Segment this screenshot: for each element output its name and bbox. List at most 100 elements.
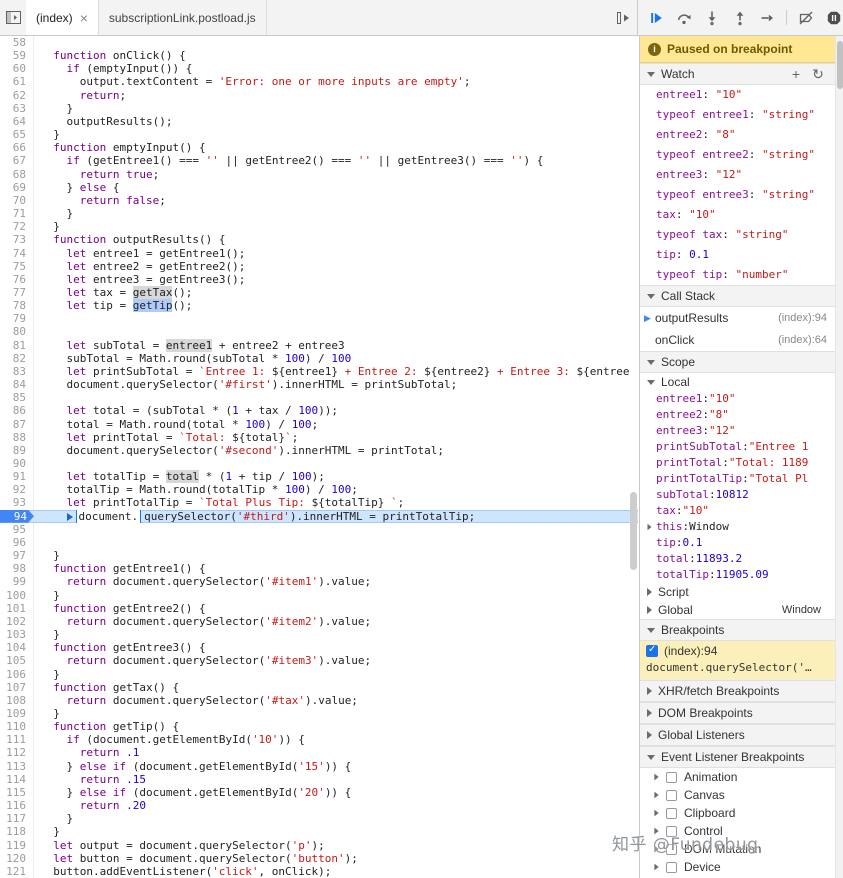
- line-number[interactable]: 79: [0, 312, 34, 325]
- line-number[interactable]: 70: [0, 194, 34, 207]
- line-number[interactable]: 66: [0, 141, 34, 154]
- line-number[interactable]: 101: [0, 602, 34, 615]
- line-number[interactable]: 119: [0, 839, 34, 852]
- watch-item[interactable]: tax: "10": [640, 205, 835, 225]
- step-into-icon[interactable]: [699, 5, 724, 30]
- line-number[interactable]: 83: [0, 365, 34, 378]
- dom-breakpoints-section-header[interactable]: DOM Breakpoints: [640, 702, 835, 724]
- scope-variable[interactable]: printTotal: "Total: 1189: [640, 455, 835, 471]
- line-number[interactable]: 97: [0, 549, 34, 562]
- line-number[interactable]: 76: [0, 273, 34, 286]
- refresh-watch-icon[interactable]: ↻: [808, 66, 828, 83]
- line-number[interactable]: 86: [0, 404, 34, 417]
- line-number[interactable]: 64: [0, 115, 34, 128]
- watch-item[interactable]: typeof entree3: "string": [640, 185, 835, 205]
- xhr-breakpoints-section-header[interactable]: XHR/fetch Breakpoints: [640, 680, 835, 702]
- line-number[interactable]: 69: [0, 181, 34, 194]
- event-category-checkbox[interactable]: [666, 808, 677, 819]
- add-watch-icon[interactable]: +: [786, 66, 806, 83]
- line-number[interactable]: 80: [0, 325, 34, 338]
- line-number[interactable]: 99: [0, 575, 34, 588]
- scope-local-header[interactable]: Local: [640, 373, 835, 391]
- watch-section-header[interactable]: Watch + ↻: [640, 63, 835, 85]
- editor-scrollbar[interactable]: [629, 36, 638, 878]
- line-number[interactable]: 85: [0, 391, 34, 404]
- scope-variable[interactable]: entree1: "10": [640, 391, 835, 407]
- line-number[interactable]: 84: [0, 378, 34, 391]
- line-number[interactable]: 73: [0, 233, 34, 246]
- scope-variable[interactable]: this: Window: [640, 519, 835, 535]
- event-category-row[interactable]: Device: [640, 858, 835, 876]
- scope-variable[interactable]: entree2: "8": [640, 407, 835, 423]
- event-listener-breakpoints-section-header[interactable]: Event Listener Breakpoints: [640, 746, 835, 768]
- line-number[interactable]: 61: [0, 75, 34, 88]
- event-category-checkbox[interactable]: [666, 862, 677, 873]
- line-number[interactable]: 111: [0, 733, 34, 746]
- line-number[interactable]: 121: [0, 865, 34, 878]
- line-number[interactable]: 82: [0, 352, 34, 365]
- scope-variable[interactable]: subTotal: 10812: [640, 487, 835, 503]
- line-number[interactable]: 100: [0, 589, 34, 602]
- line-number[interactable]: 95: [0, 523, 34, 536]
- pause-on-exceptions-icon[interactable]: [821, 5, 843, 30]
- line-number[interactable]: 68: [0, 168, 34, 181]
- window-scrollbar[interactable]: [835, 36, 843, 878]
- line-number[interactable]: 105: [0, 654, 34, 667]
- watch-item[interactable]: typeof tip: "number": [640, 265, 835, 285]
- line-number[interactable]: 108: [0, 694, 34, 707]
- line-number[interactable]: 89: [0, 444, 34, 457]
- line-number[interactable]: 104: [0, 641, 34, 654]
- scope-variable[interactable]: tax: "10": [640, 503, 835, 519]
- scope-variable[interactable]: tip: 0.1: [640, 535, 835, 551]
- tab-index[interactable]: (index) ×: [26, 0, 99, 35]
- scope-variable[interactable]: printSubTotal: "Entree 1: [640, 439, 835, 455]
- scope-variable[interactable]: total: 11893.2: [640, 551, 835, 567]
- line-number[interactable]: 65: [0, 128, 34, 141]
- line-number[interactable]: 60: [0, 62, 34, 75]
- event-category-row[interactable]: Canvas: [640, 786, 835, 804]
- line-number[interactable]: 116: [0, 799, 34, 812]
- line-number[interactable]: 112: [0, 746, 34, 759]
- tab-subscriptionlink[interactable]: subscriptionLink.postload.js: [99, 0, 267, 35]
- line-number[interactable]: 96: [0, 536, 34, 549]
- watch-item[interactable]: entree2: "8": [640, 125, 835, 145]
- line-number[interactable]: 103: [0, 628, 34, 641]
- line-number[interactable]: 91: [0, 470, 34, 483]
- line-number[interactable]: 90: [0, 457, 34, 470]
- line-number[interactable]: 107: [0, 681, 34, 694]
- code-editor[interactable]: 5859 function onClick() {60 if (emptyInp…: [0, 36, 638, 878]
- line-number[interactable]: 117: [0, 812, 34, 825]
- breakpoint-checkbox[interactable]: [646, 645, 658, 657]
- line-number[interactable]: 120: [0, 852, 34, 865]
- watch-item[interactable]: typeof entree2: "string": [640, 145, 835, 165]
- line-number[interactable]: 75: [0, 260, 34, 273]
- event-category-checkbox[interactable]: [666, 772, 677, 783]
- deactivate-breakpoints-icon[interactable]: [793, 5, 818, 30]
- line-number[interactable]: 110: [0, 720, 34, 733]
- scope-section-header[interactable]: Scope: [640, 351, 835, 373]
- open-more-tabs-icon[interactable]: [611, 0, 637, 35]
- scope-script-header[interactable]: Script: [640, 583, 835, 601]
- line-number[interactable]: 72: [0, 220, 34, 233]
- line-number[interactable]: 62: [0, 89, 34, 102]
- call-stack-frame[interactable]: onClick(index):64: [640, 329, 835, 351]
- line-number[interactable]: 77: [0, 286, 34, 299]
- watch-item[interactable]: entree3: "12": [640, 165, 835, 185]
- line-number[interactable]: 106: [0, 668, 34, 681]
- line-number[interactable]: 102: [0, 615, 34, 628]
- call-stack-frame[interactable]: ▶outputResults(index):94: [640, 307, 835, 329]
- line-number[interactable]: 115: [0, 786, 34, 799]
- line-number[interactable]: 88: [0, 431, 34, 444]
- editor-scrollbar-thumb[interactable]: [630, 492, 637, 570]
- event-category-checkbox[interactable]: [666, 790, 677, 801]
- step-over-icon[interactable]: [671, 5, 696, 30]
- line-number[interactable]: 94: [0, 510, 34, 523]
- line-number[interactable]: 58: [0, 36, 34, 49]
- watch-item[interactable]: tip: 0.1: [640, 245, 835, 265]
- call-stack-section-header[interactable]: Call Stack: [640, 285, 835, 307]
- watch-item[interactable]: typeof entree1: "string": [640, 105, 835, 125]
- line-number[interactable]: 81: [0, 339, 34, 352]
- scope-global-header[interactable]: Global Window: [640, 601, 835, 619]
- event-category-row[interactable]: Clipboard: [640, 804, 835, 822]
- line-number[interactable]: 93: [0, 496, 34, 509]
